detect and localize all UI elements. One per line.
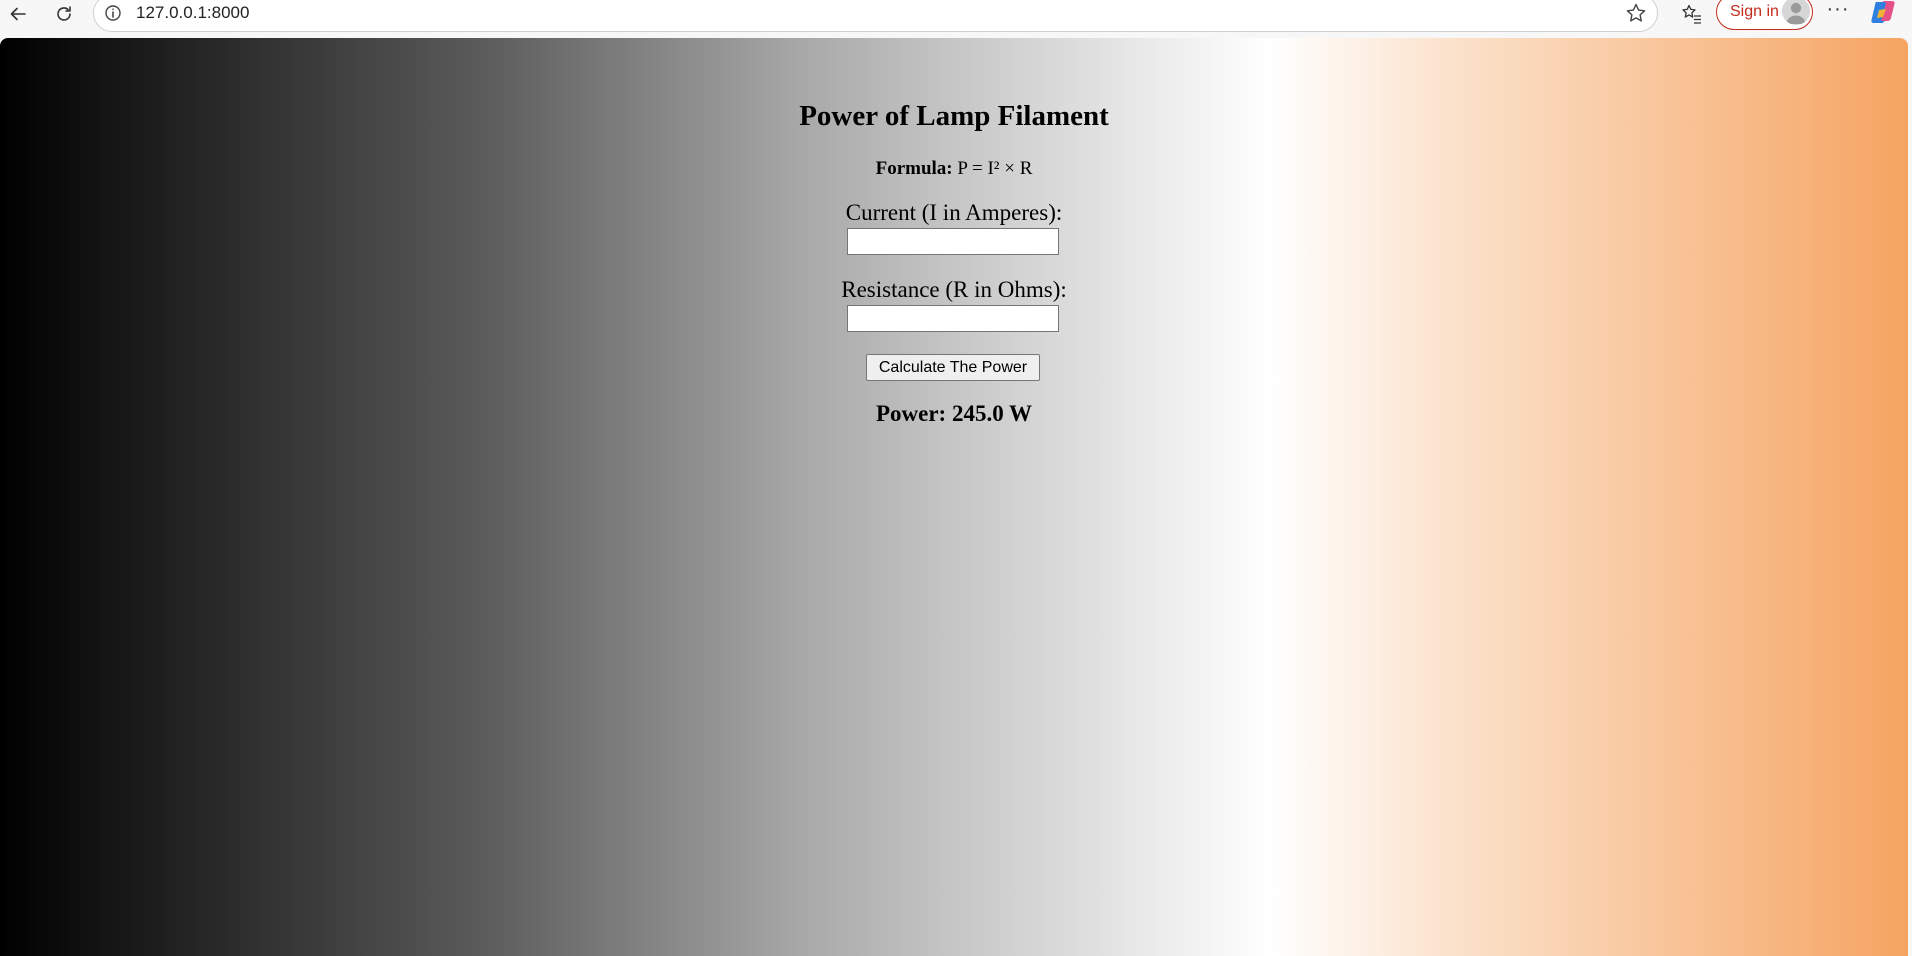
back-arrow-icon: [10, 7, 26, 21]
resistance-label: Resistance (R in Ohms):: [841, 277, 1067, 302]
page-title: Power of Lamp Filament: [799, 100, 1109, 132]
current-label: Current (I in Amperes):: [845, 200, 1063, 225]
address-bar[interactable]: 127.0.0.1:8000: [93, 0, 1658, 32]
favorite-star-icon[interactable]: [1625, 2, 1647, 24]
favorites-button[interactable]: [1674, 0, 1710, 28]
back-button[interactable]: [0, 0, 36, 28]
favorites-list-icon: [1682, 4, 1701, 24]
formula-text: P = I² × R: [957, 158, 1033, 179]
calculate-power-button[interactable]: Calculate The Power: [866, 354, 1040, 381]
formula-line: Formula: P = I² × R: [0, 158, 1908, 180]
more-options-button[interactable]: ···: [1822, 0, 1854, 26]
formula-label: Formula:: [875, 158, 953, 179]
address-url[interactable]: 127.0.0.1:8000: [136, 3, 249, 23]
reload-button[interactable]: [46, 0, 82, 28]
page-viewport: Power of Lamp Filament Formula: P = I² ×…: [0, 38, 1908, 956]
copilot-icon[interactable]: [1868, 0, 1900, 33]
sign-in-label: Sign in: [1730, 3, 1779, 20]
site-info-icon[interactable]: [104, 4, 122, 22]
current-input[interactable]: [847, 228, 1059, 255]
sign-in-button[interactable]: Sign in: [1716, 0, 1813, 30]
avatar-icon: [1782, 0, 1810, 25]
reload-icon: [57, 6, 71, 21]
resistance-input[interactable]: [847, 305, 1059, 332]
power-result: Power: 245.0 W: [875, 401, 1033, 426]
browser-toolbar: 127.0.0.1:8000 Sign in ···: [0, 0, 1912, 38]
